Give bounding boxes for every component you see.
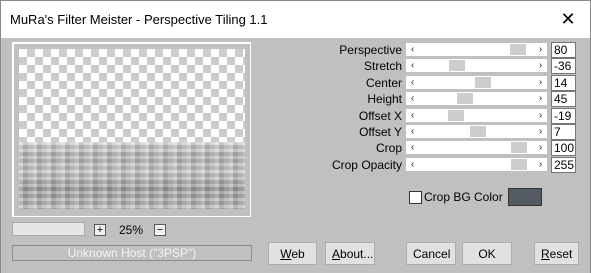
close-icon[interactable]: ✕: [552, 5, 584, 33]
slider-thumb[interactable]: [449, 60, 465, 71]
chevron-left-icon[interactable]: ‹: [406, 125, 419, 138]
param-slider[interactable]: ‹ ›: [406, 125, 547, 138]
crop-bg-color-checkbox[interactable]: [409, 191, 422, 204]
title-bar[interactable]: MuRa's Filter Meister - Perspective Tili…: [1, 1, 590, 38]
param-label: Offset X: [358, 109, 402, 123]
param-label: Offset Y: [359, 125, 402, 139]
web-button[interactable]: Web: [268, 242, 317, 265]
param-slider[interactable]: ‹ ›: [406, 109, 547, 122]
chevron-right-icon[interactable]: ›: [534, 158, 547, 171]
web-mnemonic: W: [280, 247, 292, 261]
param-slider[interactable]: ‹ ›: [406, 141, 547, 154]
reset-label-rest: eset: [549, 247, 573, 261]
slider-thumb[interactable]: [511, 142, 527, 153]
param-slider[interactable]: ‹ ›: [406, 92, 547, 105]
slider-thumb[interactable]: [510, 44, 526, 55]
chevron-right-icon[interactable]: ›: [534, 92, 547, 105]
zoom-in-button[interactable]: +: [94, 224, 106, 236]
chevron-right-icon[interactable]: ›: [534, 43, 547, 56]
param-value-field[interactable]: 100: [551, 140, 576, 156]
chevron-right-icon[interactable]: ›: [534, 141, 547, 154]
param-label: Height: [367, 92, 402, 106]
param-slider[interactable]: ‹ ›: [406, 76, 547, 89]
chevron-right-icon[interactable]: ›: [534, 125, 547, 138]
about-button[interactable]: About...: [325, 242, 375, 265]
about-label-rest: bout...: [340, 247, 374, 261]
slider-thumb[interactable]: [475, 77, 491, 88]
param-label: Crop Opacity: [331, 158, 402, 172]
param-value-field[interactable]: -36: [551, 58, 576, 74]
about-mnemonic: A: [332, 247, 341, 261]
param-value-field[interactable]: 45: [551, 91, 576, 107]
param-value-field[interactable]: 255: [551, 157, 576, 173]
param-value-field[interactable]: 80: [551, 42, 576, 58]
host-status: Unknown Host ("3PSP"): [12, 245, 252, 261]
chevron-right-icon[interactable]: ›: [534, 59, 547, 72]
chevron-left-icon[interactable]: ‹: [406, 141, 419, 154]
chevron-right-icon[interactable]: ›: [534, 109, 547, 122]
reset-mnemonic: R: [541, 247, 550, 261]
crop-bg-color-swatch[interactable]: [508, 188, 542, 206]
param-label: Center: [365, 76, 402, 90]
web-label-rest: eb: [291, 247, 305, 261]
slider-thumb[interactable]: [511, 159, 527, 170]
dialog-body: + 25% − Unknown Host ("3PSP") Perspectiv…: [1, 38, 590, 273]
preview-frame: [12, 42, 251, 217]
zoom-out-button[interactable]: −: [154, 224, 166, 236]
chevron-right-icon[interactable]: ›: [534, 76, 547, 89]
tiled-floor-preview: [19, 142, 245, 209]
crop-bg-color-label: Crop BG Color: [424, 190, 503, 204]
filter-meister-window: MuRa's Filter Meister - Perspective Tili…: [0, 0, 591, 273]
param-value-field[interactable]: 7: [551, 124, 576, 140]
chevron-left-icon[interactable]: ‹: [406, 92, 419, 105]
slider-thumb[interactable]: [457, 93, 473, 104]
param-slider[interactable]: ‹ ›: [406, 59, 547, 72]
zoom-progress-bar: [12, 222, 85, 236]
cancel-button[interactable]: Cancel: [406, 242, 456, 265]
chevron-left-icon[interactable]: ‹: [406, 76, 419, 89]
param-label: Stretch: [363, 59, 402, 73]
param-slider[interactable]: ‹ ›: [406, 43, 547, 56]
param-value-field[interactable]: 14: [551, 75, 576, 91]
zoom-level: 25%: [119, 223, 144, 237]
slider-thumb[interactable]: [470, 126, 486, 137]
slider-thumb[interactable]: [448, 110, 464, 121]
param-slider[interactable]: ‹ ›: [406, 158, 547, 171]
ok-button[interactable]: OK: [462, 242, 512, 265]
window-title: MuRa's Filter Meister - Perspective Tili…: [10, 12, 268, 27]
reset-button[interactable]: Reset: [534, 242, 579, 265]
chevron-left-icon[interactable]: ‹: [406, 158, 419, 171]
preview-image[interactable]: [19, 49, 245, 209]
param-label: Perspective: [339, 43, 402, 57]
chevron-left-icon[interactable]: ‹: [406, 109, 419, 122]
param-value-field[interactable]: -19: [551, 108, 576, 124]
chevron-left-icon[interactable]: ‹: [406, 59, 419, 72]
chevron-left-icon[interactable]: ‹: [406, 43, 419, 56]
param-label: Crop: [375, 141, 402, 155]
